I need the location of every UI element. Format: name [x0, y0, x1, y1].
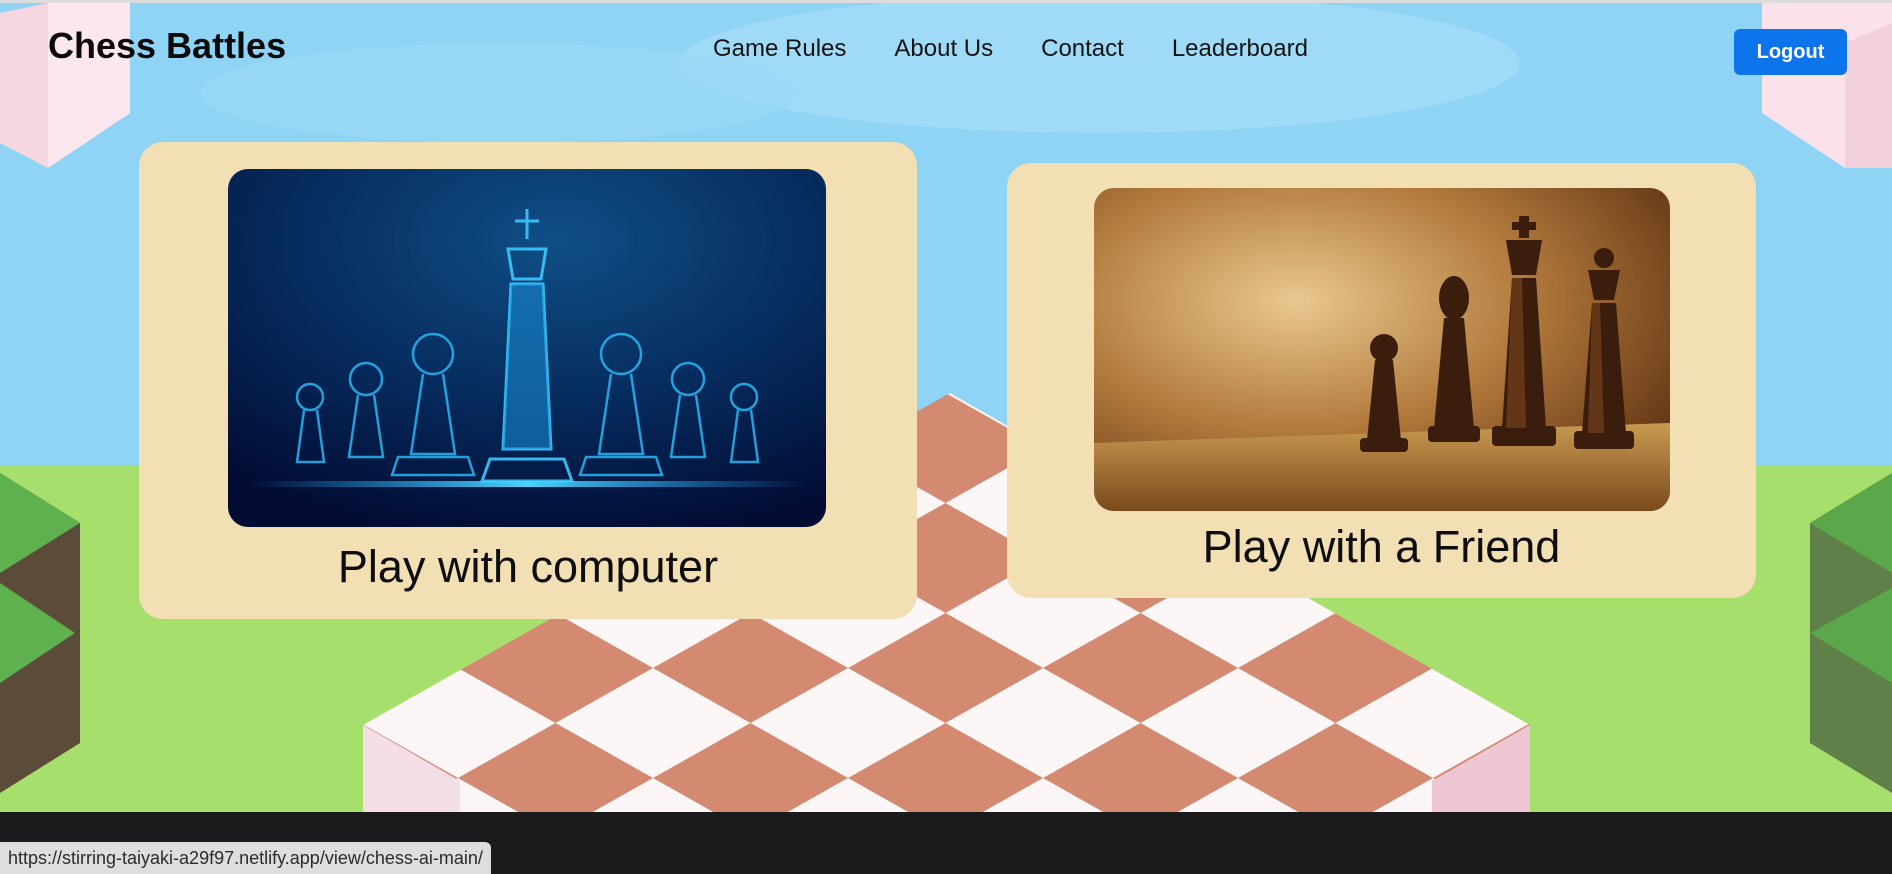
computer-chess-image[interactable] [228, 169, 826, 527]
logout-button[interactable]: Logout [1734, 29, 1847, 75]
play-with-computer-card[interactable]: Play with computer [139, 142, 917, 619]
brand-logo[interactable]: Chess Battles [48, 25, 286, 67]
play-with-friend-card[interactable]: Play with a Friend [1007, 163, 1756, 598]
main-nav: Game Rules About Us Contact Leaderboard [713, 35, 1308, 63]
browser-viewport: Chess Battles Game Rules About Us Contac… [0, 0, 1892, 812]
play-with-friend-title[interactable]: Play with a Friend [1007, 521, 1756, 573]
friend-chess-image[interactable] [1094, 188, 1670, 511]
nav-link-about-us[interactable]: About Us [894, 35, 993, 63]
status-bar-url: https://stirring-taiyaki-a29f97.netlify.… [0, 842, 491, 874]
top-navbar: Chess Battles Game Rules About Us Contac… [0, 3, 1892, 103]
nav-link-contact[interactable]: Contact [1041, 35, 1124, 63]
nav-link-leaderboard[interactable]: Leaderboard [1172, 35, 1308, 63]
play-with-computer-title[interactable]: Play with computer [139, 541, 917, 593]
nav-link-game-rules[interactable]: Game Rules [713, 35, 846, 63]
